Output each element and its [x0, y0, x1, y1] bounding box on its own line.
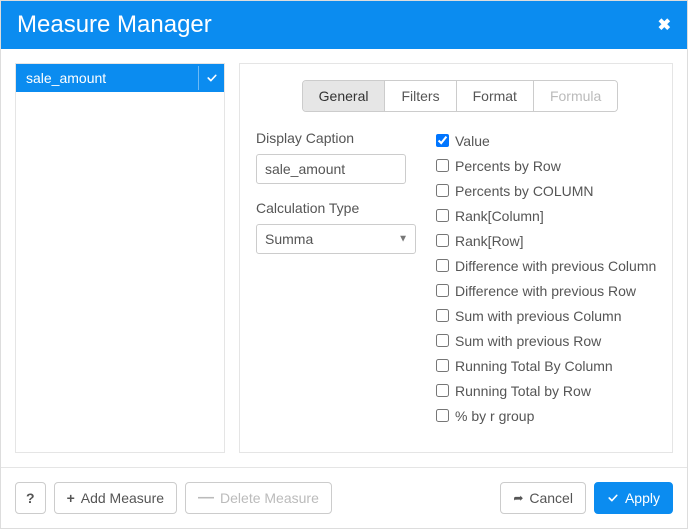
function-option[interactable]: Sum with previous Row: [436, 330, 660, 355]
function-option[interactable]: Running Total By Column: [436, 355, 660, 380]
function-checkbox[interactable]: [436, 234, 449, 247]
footer-right: ➦ Cancel Apply: [500, 482, 673, 514]
measure-visible-toggle[interactable]: [198, 66, 224, 90]
titlebar: Measure Manager ✖: [1, 1, 687, 49]
delete-measure-button: — Delete Measure: [185, 482, 332, 514]
display-caption-label: Display Caption: [256, 130, 416, 146]
function-option[interactable]: Difference with previous Row: [436, 280, 660, 305]
function-option[interactable]: Sum with previous Column: [436, 305, 660, 330]
help-button[interactable]: ?: [15, 482, 46, 514]
tab-group: General Filters Format Formula: [302, 80, 619, 112]
function-checkbox[interactable]: [436, 309, 449, 322]
measure-item-label: sale_amount: [26, 70, 106, 86]
measure-list: sale_amount: [15, 63, 225, 453]
function-checkbox[interactable]: [436, 409, 449, 422]
function-option[interactable]: Rank[Column]: [436, 205, 660, 230]
dialog-footer: ? + Add Measure — Delete Measure ➦ Cance…: [1, 467, 687, 528]
function-checkbox[interactable]: [436, 334, 449, 347]
measure-manager-dialog: Measure Manager ✖ sale_amount General Fi…: [0, 0, 688, 529]
tab-format[interactable]: Format: [457, 81, 534, 111]
tab-formula: Formula: [534, 81, 617, 111]
function-option[interactable]: Running Total by Row: [436, 380, 660, 405]
cancel-button[interactable]: ➦ Cancel: [500, 482, 586, 514]
apply-button[interactable]: Apply: [594, 482, 673, 514]
function-option[interactable]: Rank[Row]: [436, 230, 660, 255]
minus-icon: —: [198, 493, 214, 503]
function-checkbox[interactable]: [436, 359, 449, 372]
function-option[interactable]: Value: [436, 130, 660, 155]
function-checkbox[interactable]: [436, 159, 449, 172]
calc-type-select[interactable]: Summa: [256, 224, 416, 254]
settings-column: Display Caption Calculation Type Summa ▼: [256, 130, 416, 444]
tab-general[interactable]: General: [303, 81, 386, 111]
add-measure-button[interactable]: + Add Measure: [54, 482, 177, 514]
general-pane: Display Caption Calculation Type Summa ▼…: [256, 130, 664, 444]
function-checkbox[interactable]: [436, 209, 449, 222]
function-checkbox[interactable]: [436, 384, 449, 397]
plus-icon: +: [67, 490, 75, 506]
functions-list[interactable]: Value Percents by Row Percents by COLUMN…: [436, 130, 664, 444]
dialog-title: Measure Manager: [17, 11, 212, 39]
function-option[interactable]: Percents by COLUMN: [436, 180, 660, 205]
function-checkbox[interactable]: [436, 284, 449, 297]
tab-filters[interactable]: Filters: [385, 81, 456, 111]
check-icon: [607, 492, 619, 504]
function-checkbox[interactable]: [436, 184, 449, 197]
function-checkbox[interactable]: [436, 259, 449, 272]
function-option[interactable]: % by r group: [436, 405, 660, 430]
content-panel: General Filters Format Formula Display C…: [239, 63, 673, 453]
tab-bar: General Filters Format Formula: [256, 80, 664, 112]
display-caption-input[interactable]: [256, 154, 406, 184]
calc-type-label: Calculation Type: [256, 200, 416, 216]
footer-left: ? + Add Measure — Delete Measure: [15, 482, 332, 514]
share-icon: ➦: [513, 491, 523, 505]
dialog-body: sale_amount General Filters Format Formu…: [1, 49, 687, 467]
help-icon: ?: [26, 490, 35, 506]
function-option[interactable]: Percents by Row: [436, 155, 660, 180]
function-checkbox[interactable]: [436, 134, 449, 147]
function-option[interactable]: Difference with previous Column: [436, 255, 660, 280]
check-icon: [206, 72, 218, 84]
close-icon[interactable]: ✖: [658, 15, 671, 35]
measure-list-item[interactable]: sale_amount: [16, 64, 224, 92]
